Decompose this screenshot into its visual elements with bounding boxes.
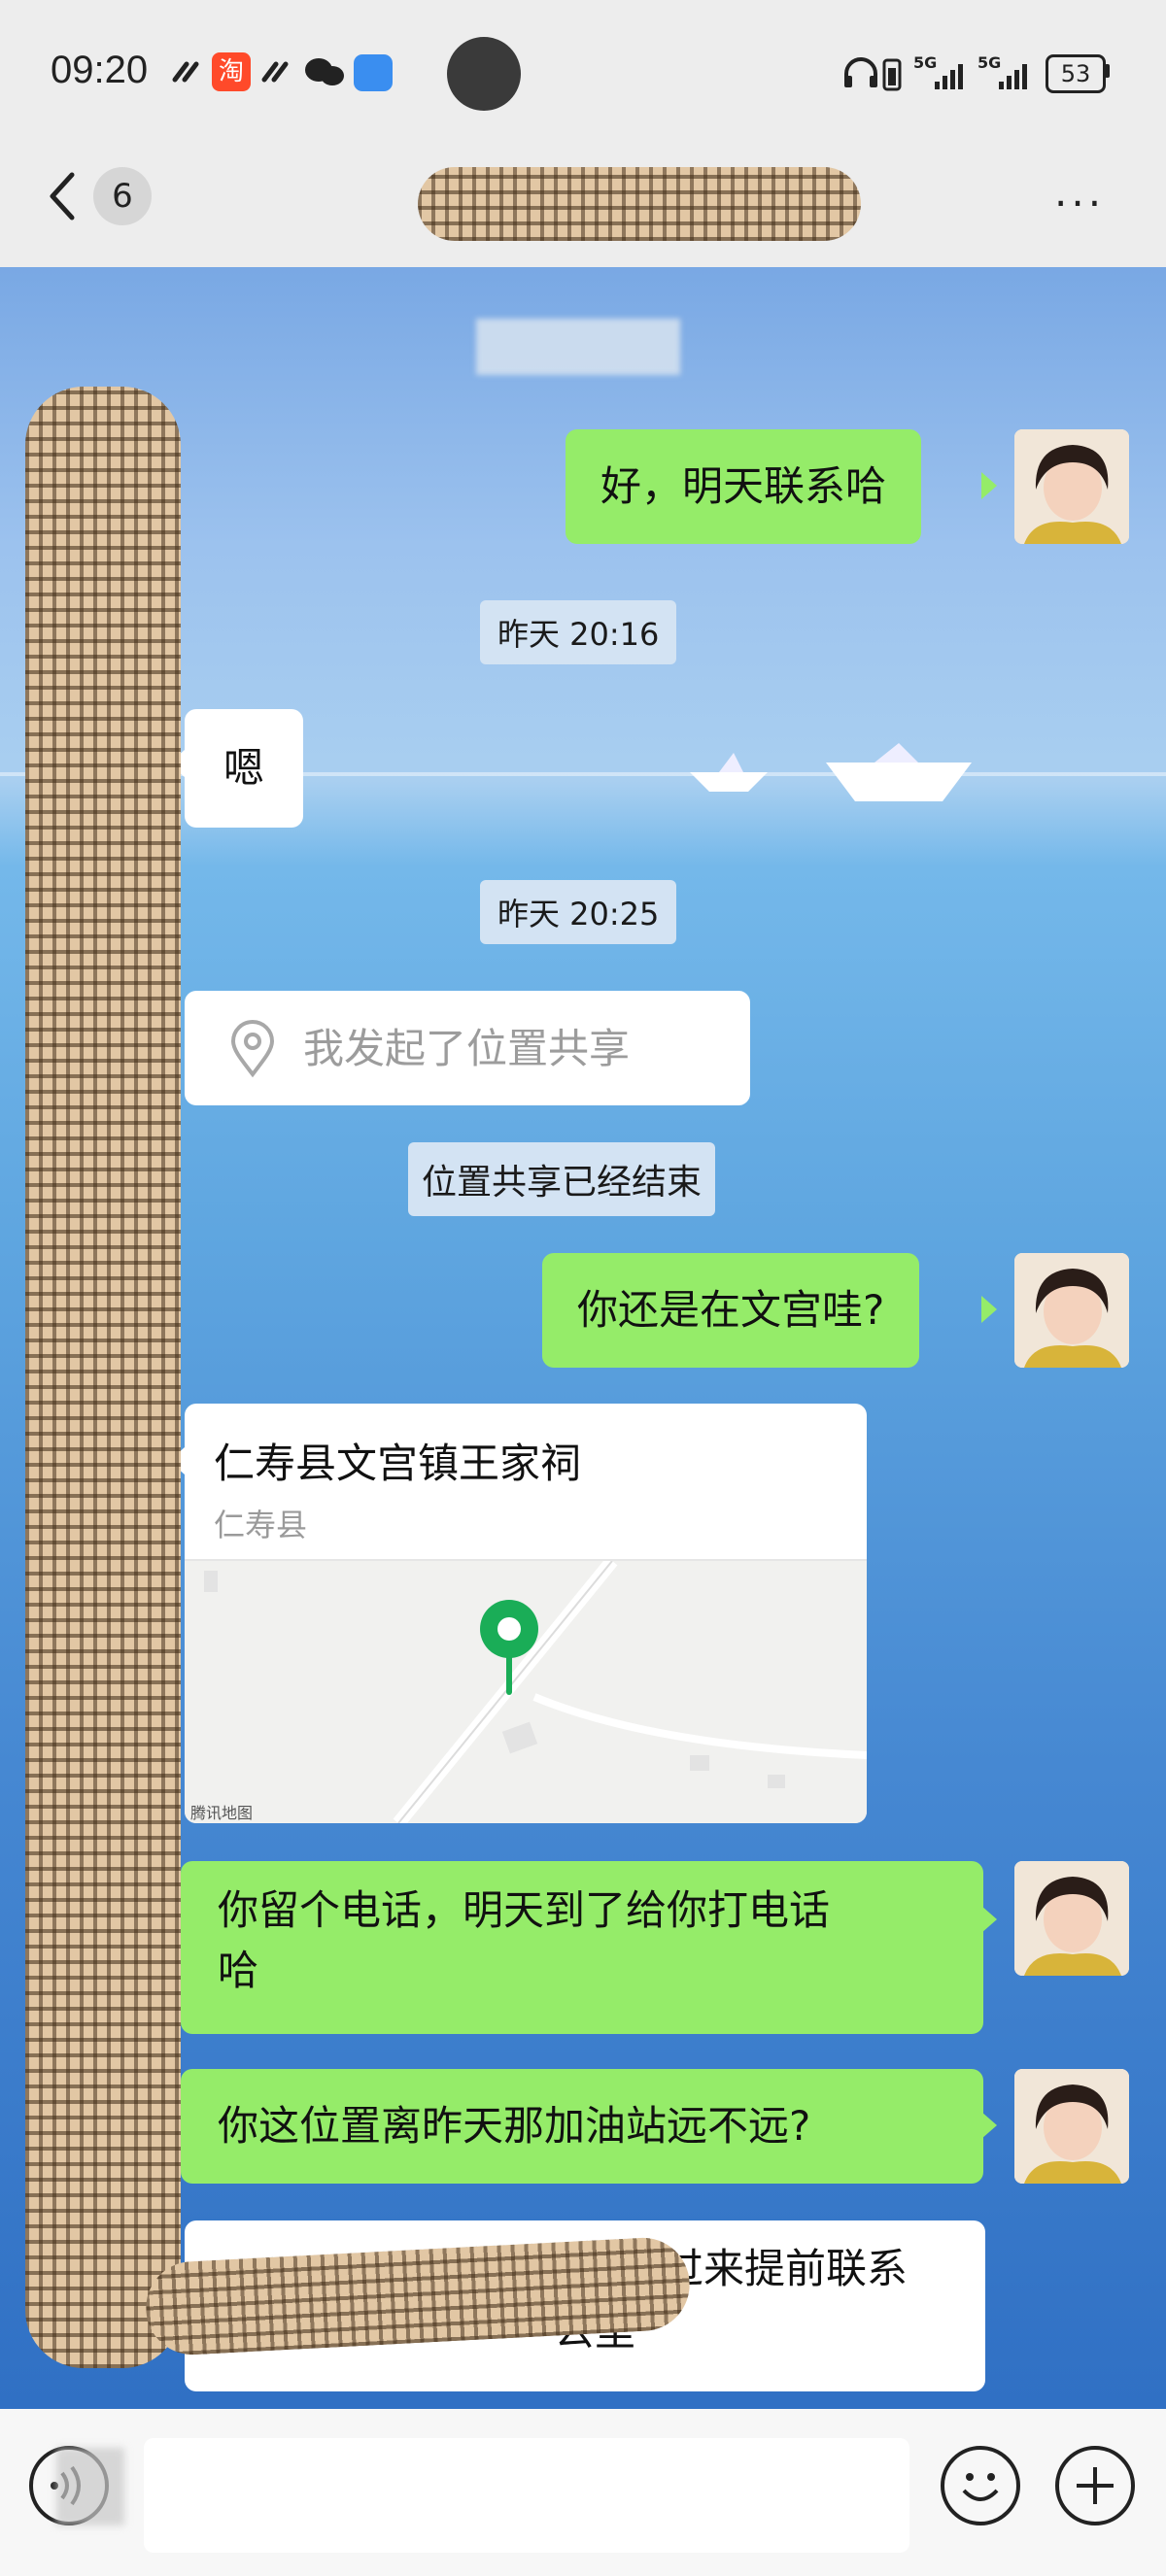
- map-preview[interactable]: 腾讯地图: [185, 1556, 867, 1823]
- taobao-app-icon: 淘: [212, 52, 251, 91]
- message-input[interactable]: [144, 2438, 909, 2553]
- self-avatar-portrait: [1014, 1861, 1129, 1976]
- self-avatar-portrait: [1014, 429, 1129, 544]
- message-bubble-other[interactable]: 嗯: [185, 709, 304, 828]
- status-time: 09:20: [51, 49, 149, 91]
- message-text-line: 你留个电话，明天到了给你打电话: [218, 1886, 831, 1934]
- redacted-contact-name: [418, 167, 861, 241]
- more-options-button[interactable]: ···: [1054, 180, 1105, 227]
- wechat-icon: [305, 58, 344, 85]
- svg-text:5G: 5G: [913, 53, 937, 72]
- blurred-timestamp: [476, 319, 680, 375]
- signal-5g-icon: 5G: [913, 53, 963, 89]
- battery-tip: [1105, 64, 1110, 78]
- back-arrow-icon[interactable]: [43, 167, 82, 225]
- unread-count-badge[interactable]: 6: [93, 167, 152, 225]
- location-pin-icon: [230, 1020, 275, 1078]
- location-title: 仁寿县文宫镇王家祠: [214, 1440, 582, 1487]
- avatar[interactable]: [1014, 1253, 1129, 1368]
- avatar[interactable]: [1014, 429, 1129, 544]
- system-message: 位置共享已经结束: [408, 1142, 716, 1216]
- bubble-tail: [981, 1296, 997, 1323]
- timestamp: 昨天 20:25: [480, 880, 677, 944]
- location-card[interactable]: 仁寿县文宫镇王家祠 仁寿县 腾讯地图: [185, 1404, 867, 1823]
- link-icon: [261, 61, 289, 83]
- redacted-sender-avatars: [25, 387, 181, 2368]
- paper-boats-decoration: [690, 743, 972, 801]
- message-bubble-self[interactable]: 你留个电话，明天到了给你打电话 哈: [181, 1861, 983, 2034]
- emoji-button[interactable]: [941, 2446, 1020, 2525]
- avatar[interactable]: [1014, 1861, 1129, 1976]
- signal-5g-icon: 5G: [977, 53, 1027, 89]
- message-bubble-self[interactable]: 你还是在文宫哇?: [542, 1253, 920, 1368]
- bubble-tail: [981, 1906, 997, 1933]
- message-text-line: 哈: [218, 1947, 259, 1994]
- plus-icon: [1077, 2467, 1114, 2504]
- self-avatar-portrait: [1014, 2069, 1129, 2184]
- map-provider-credit: 腾讯地图: [190, 1804, 254, 1822]
- battery-saver-icon: [882, 58, 902, 91]
- blurred-overlay: [56, 2448, 124, 2525]
- battery-indicator: 53: [1046, 54, 1106, 93]
- more-functions-button[interactable]: [1055, 2446, 1135, 2525]
- bubble-tail: [981, 472, 997, 499]
- message-bubble-self[interactable]: 你这位置离昨天那加油站远不远?: [181, 2069, 983, 2184]
- message-bubble-self[interactable]: 好，明天联系哈: [566, 429, 922, 544]
- location-subtitle: 仁寿县: [214, 1507, 308, 1543]
- recording-dot-icon: [447, 37, 521, 111]
- headphones-icon: [844, 57, 877, 87]
- message-icon: [354, 54, 393, 91]
- location-share-text: 我发起了位置共享: [303, 1025, 631, 1072]
- link-icon: [172, 61, 199, 83]
- svg-text:5G: 5G: [977, 53, 1001, 72]
- map-pin-icon: [480, 1600, 538, 1695]
- self-avatar-portrait: [1014, 1253, 1129, 1368]
- emoji-icon: [962, 2473, 999, 2501]
- timestamp: 昨天 20:16: [480, 600, 677, 664]
- bubble-tail: [981, 2112, 997, 2139]
- avatar[interactable]: [1014, 2069, 1129, 2184]
